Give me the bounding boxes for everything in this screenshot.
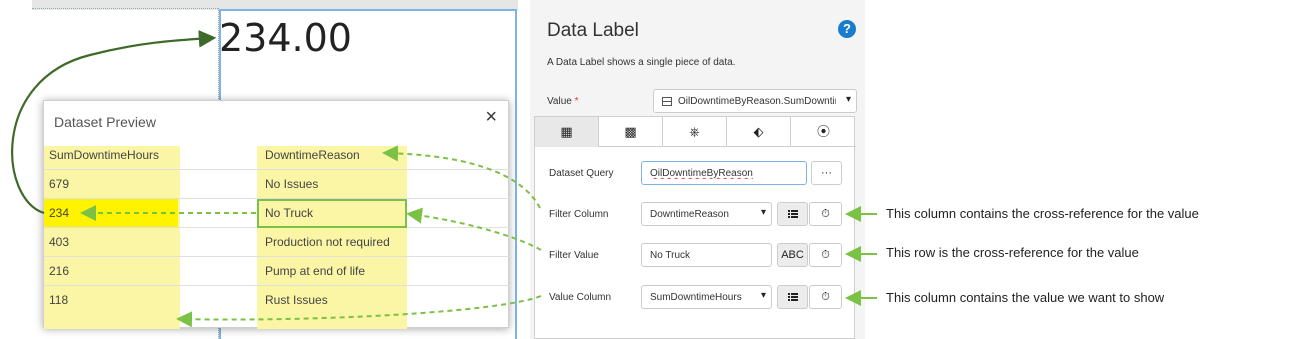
- arrow-filter-value: [406, 207, 542, 251]
- arrow-value-column: [176, 295, 542, 328]
- arrow-result: [11, 30, 217, 215]
- arrow-filter-column: [382, 145, 541, 209]
- annotation-arrows: [11, 30, 877, 328]
